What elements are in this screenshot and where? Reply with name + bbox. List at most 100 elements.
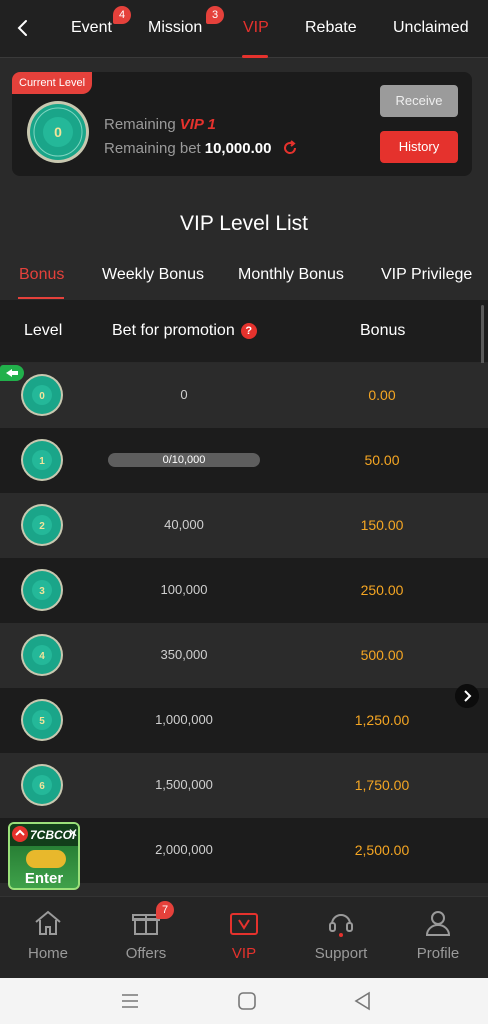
vip-medal-icon: 6: [21, 764, 63, 806]
coins-icon: [26, 850, 66, 868]
row-bet: 0: [180, 387, 188, 402]
nav-support[interactable]: Support: [301, 907, 381, 962]
promo-widget[interactable]: 7CBCOI ✕ Enter: [8, 822, 80, 890]
bet-progress-bar: 0/10,000: [108, 453, 260, 467]
home-icon: [35, 910, 61, 935]
profile-icon: [425, 911, 451, 936]
history-button[interactable]: History: [380, 131, 458, 163]
row-bet: 1,500,000: [155, 777, 213, 792]
row-level: 4: [39, 651, 45, 662]
row-bonus: 1,250.00: [354, 712, 410, 728]
row-level: 3: [39, 586, 45, 597]
row-bonus: 0.00: [368, 387, 396, 403]
current-level-tag: Current Level: [12, 72, 93, 94]
row-level: 0: [39, 391, 45, 402]
vip-medal-icon: 3: [21, 569, 63, 611]
table-row: 2 40,000 150.00: [0, 493, 488, 558]
remaining-bet-value: 10,000.00: [204, 140, 272, 157]
top-nav: Event 4 Mission 3 VIP Rebate Unclaimed: [0, 0, 488, 58]
refresh-icon[interactable]: [282, 140, 298, 156]
header-bet: Bet for promotion?: [112, 322, 257, 340]
table-row: 1 0/10,000 50.00: [0, 428, 488, 493]
remaining-vip: VIP 1: [179, 116, 216, 133]
current-level-number: 0: [54, 124, 62, 140]
subtab-bonus[interactable]: Bonus: [19, 266, 64, 284]
remaining-bet-label: Remaining bet: [104, 140, 201, 157]
vip-medal-icon: 0: [27, 101, 89, 163]
tab-rebate[interactable]: Rebate: [305, 19, 357, 37]
subtab-vip-privilege[interactable]: VIP Privilege: [381, 266, 472, 284]
table-row: 3 100,000 250.00: [0, 558, 488, 623]
tab-vip[interactable]: VIP: [243, 19, 269, 37]
row-level: 6: [39, 781, 45, 792]
table-row: 6 1,500,000 1,750.00: [0, 753, 488, 818]
table-header: Level Bet for promotion? Bonus: [0, 300, 488, 362]
nav-home-label: Home: [27, 945, 68, 962]
row-bet: 350,000: [160, 647, 208, 662]
vip-crown-icon: [230, 913, 258, 935]
row-level: 1: [39, 456, 45, 467]
help-icon[interactable]: ?: [240, 323, 257, 339]
chevron-up-icon: [12, 826, 28, 842]
nav-profile-label: Profile: [416, 945, 460, 962]
table-row: 4 350,000 500.00: [0, 623, 488, 688]
chevron-right-icon[interactable]: [455, 684, 479, 708]
nav-support-label: Support: [314, 945, 368, 962]
close-icon[interactable]: ✕: [68, 826, 78, 840]
receive-button[interactable]: Receive: [380, 85, 458, 117]
row-bonus: 150.00: [360, 517, 404, 533]
event-badge: 4: [113, 6, 131, 24]
vip-medal-icon: 2: [21, 504, 63, 546]
row-bet: 0/10,000: [162, 454, 206, 466]
nav-home[interactable]: Home: [8, 907, 88, 962]
vip-medal-icon: 4: [21, 634, 63, 676]
row-bonus: 50.00: [364, 452, 400, 468]
nav-offers-label: Offers: [125, 945, 167, 962]
current-level-card: Current Level 0 Remaining VIP 1 Remaining…: [12, 72, 472, 176]
nav-vip[interactable]: VIP: [204, 907, 284, 962]
row-bonus: 1,750.00: [354, 777, 410, 793]
row-bonus: 250.00: [360, 582, 404, 598]
tab-underline: [242, 55, 268, 58]
header-level: Level: [24, 322, 63, 339]
header-bet-label: Bet for promotion: [112, 322, 235, 339]
home-square-icon[interactable]: [236, 990, 258, 1012]
row-level: 2: [39, 521, 45, 532]
vip-medal-icon: 1: [21, 439, 63, 481]
subtab-weekly-bonus[interactable]: Weekly Bonus: [102, 266, 204, 284]
nav-vip-label: VIP: [231, 945, 257, 962]
header-bonus: Bonus: [360, 322, 406, 339]
tab-mission[interactable]: Mission: [148, 19, 202, 37]
row-bet: 1,000,000: [155, 712, 213, 727]
row-bonus: 2,500.00: [354, 842, 410, 858]
nav-profile[interactable]: Profile: [398, 907, 478, 962]
promo-enter-label[interactable]: Enter: [10, 870, 78, 887]
row-bet: 2,000,000: [155, 842, 213, 857]
row-bet: 40,000: [164, 517, 204, 532]
tab-event[interactable]: Event: [71, 19, 112, 37]
scrollbar[interactable]: [481, 305, 484, 365]
tab-unclaimed[interactable]: Unclaimed: [393, 19, 469, 37]
remaining-vip-row: Remaining VIP 1: [104, 116, 216, 134]
system-nav-bar: [0, 978, 488, 1024]
subtab-underline: [18, 297, 64, 299]
vip-level-list-title: VIP Level List: [179, 212, 309, 235]
table-row: 5 1,000,000 1,250.00: [0, 688, 488, 753]
nav-offers[interactable]: Offers: [106, 907, 186, 962]
bottom-nav: Home Offers 7 VIP Support Profile: [0, 896, 488, 978]
vip-medal-icon: 0: [21, 374, 63, 416]
remaining-label: Remaining: [104, 116, 176, 133]
row-bonus: 500.00: [360, 647, 404, 663]
back-triangle-icon[interactable]: [352, 990, 374, 1012]
mission-badge: 3: [206, 6, 224, 24]
row-bet: 100,000: [160, 582, 208, 597]
back-arrow-icon[interactable]: [12, 16, 34, 40]
offers-badge: 7: [156, 901, 174, 919]
headset-icon: [329, 914, 353, 937]
menu-icon[interactable]: [119, 990, 141, 1012]
vip-medal-icon: 5: [21, 699, 63, 741]
subtab-monthly-bonus[interactable]: Monthly Bonus: [238, 266, 344, 284]
table-row: 0 0 0.00: [0, 363, 488, 428]
remaining-bet-row: Remaining bet 10,000.00: [104, 140, 298, 158]
row-level: 5: [39, 716, 45, 727]
